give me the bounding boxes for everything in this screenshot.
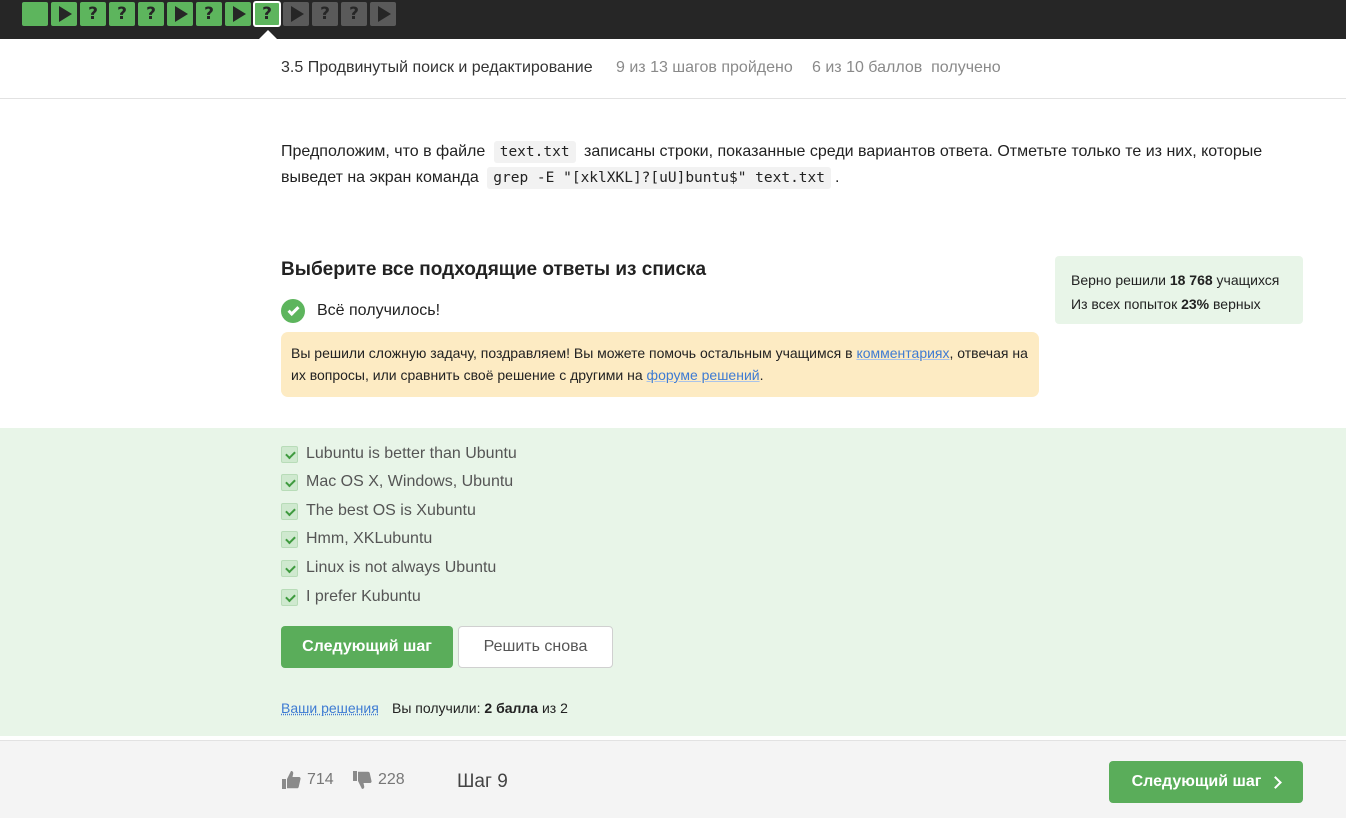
checkbox-checked-icon[interactable] [281,473,298,491]
option-label: Lubuntu is better than Ubuntu [306,445,517,462]
note-text: . [759,367,764,383]
your-solutions-link[interactable]: Ваши решения [281,700,379,716]
answer-option[interactable]: Lubuntu is better than Ubuntu [281,445,517,463]
answer-option[interactable]: Linux is not always Ubuntu [281,559,496,577]
option-label: I prefer Kubuntu [306,588,421,605]
answer-option[interactable]: I prefer Kubuntu [281,588,421,606]
play-icon [233,6,246,22]
like-button[interactable]: 714 [281,770,334,790]
step-video-6[interactable] [167,2,193,26]
stats-label: учащихся [1216,272,1280,288]
dislike-button[interactable]: 228 [352,770,405,790]
step-video-10[interactable] [283,2,309,26]
step-label: Шаг 9 [457,771,508,792]
steps-progress: 9 из 13 шагов пройдено [616,59,793,76]
note-text: Вы решили сложную задачу, поздравляем! В… [291,345,853,361]
solve-stats: Верно решили 18 768 учащихся Из всех поп… [1055,256,1303,324]
stats-label: верных [1213,296,1261,312]
likes-count: 714 [307,771,334,788]
step-quiz-9[interactable]: ? [253,1,281,27]
option-label: The best OS is Xubuntu [306,502,476,519]
step-navigation-bar: ??????? [0,0,1346,39]
checkbox-checked-icon[interactable] [281,588,298,606]
checkbox-checked-icon[interactable] [281,445,298,463]
button-label: Следующий шаг [1131,773,1262,790]
step-video-13[interactable] [370,2,396,26]
step-quiz-3[interactable]: ? [80,2,106,26]
congrats-note: Вы решили сложную задачу, поздравляем! В… [281,332,1039,397]
play-icon [291,6,304,22]
option-label: Hmm, XKLubuntu [306,530,433,547]
check-circle-icon [281,299,305,323]
step-quiz-11[interactable]: ? [312,2,338,26]
solutions-forum-link[interactable]: форуме решений [647,367,760,383]
stats-label: Из всех попыток [1071,296,1178,312]
comments-link[interactable]: комментариях [856,345,949,361]
checkbox-checked-icon[interactable] [281,502,298,520]
thumbs-down-icon [353,771,372,789]
step-quiz-7[interactable]: ? [196,2,222,26]
solved-count: 18 768 [1169,272,1213,288]
question-part: Предположим, что в файле [281,143,486,160]
step-quiz-4[interactable]: ? [109,2,135,26]
step-quiz-12[interactable]: ? [341,2,367,26]
points-label: Вы получили: [392,700,481,716]
points-value: 2 балла [484,700,539,716]
lesson-title[interactable]: 3.5 Продвинутый поиск и редактирование [281,59,593,77]
question-part: . [835,169,840,186]
answer-option[interactable]: Mac OS X, Windows, Ubuntu [281,473,513,491]
next-step-button[interactable]: Следующий шаг [281,626,453,668]
question-text: Предположим, что в файле text.txt записа… [281,139,1291,191]
answers-panel [0,428,1346,736]
answer-option[interactable]: The best OS is Xubuntu [281,502,476,520]
play-icon [175,6,188,22]
step-text-1[interactable] [22,2,48,26]
step-quiz-5[interactable]: ? [138,2,164,26]
solve-again-button[interactable]: Решить снова [458,626,613,668]
success-message: Всё получилось! [281,299,440,323]
thumbs-up-icon [282,771,301,789]
play-icon [59,6,72,22]
play-icon [378,6,391,22]
dislikes-count: 228 [378,771,405,788]
step-video-2[interactable] [51,2,77,26]
checkbox-checked-icon[interactable] [281,559,298,577]
success-text: Всё получилось! [317,302,441,319]
solved-count-line: Верно решили 18 768 учащихся [1071,268,1287,292]
success-rate-line: Из всех попыток 23% верных [1071,292,1287,316]
step-video-8[interactable] [225,2,251,26]
code-filename: text.txt [493,141,576,163]
points-received: Вы получили: 2 балла из 2 [392,700,568,716]
step-list: ??????? [22,1,396,27]
points-progress: 6 из 10 баллов получено [812,59,1001,76]
code-command: grep -E "[xklXKL]?[uU]buntu$" text.txt [487,167,831,189]
chevron-right-icon [1269,775,1283,789]
success-rate: 23% [1181,296,1210,312]
footer-next-step-button[interactable]: Следующий шаг [1109,761,1303,803]
option-label: Mac OS X, Windows, Ubuntu [306,473,514,490]
current-step-pointer [259,30,277,39]
points-label: из 2 [541,700,568,716]
checkbox-checked-icon[interactable] [281,530,298,548]
choose-title: Выберите все подходящие ответы из списка [281,259,707,280]
option-label: Linux is not always Ubuntu [306,559,497,576]
stats-label: Верно решили [1071,272,1166,288]
answer-option[interactable]: Hmm, XKLubuntu [281,530,432,548]
